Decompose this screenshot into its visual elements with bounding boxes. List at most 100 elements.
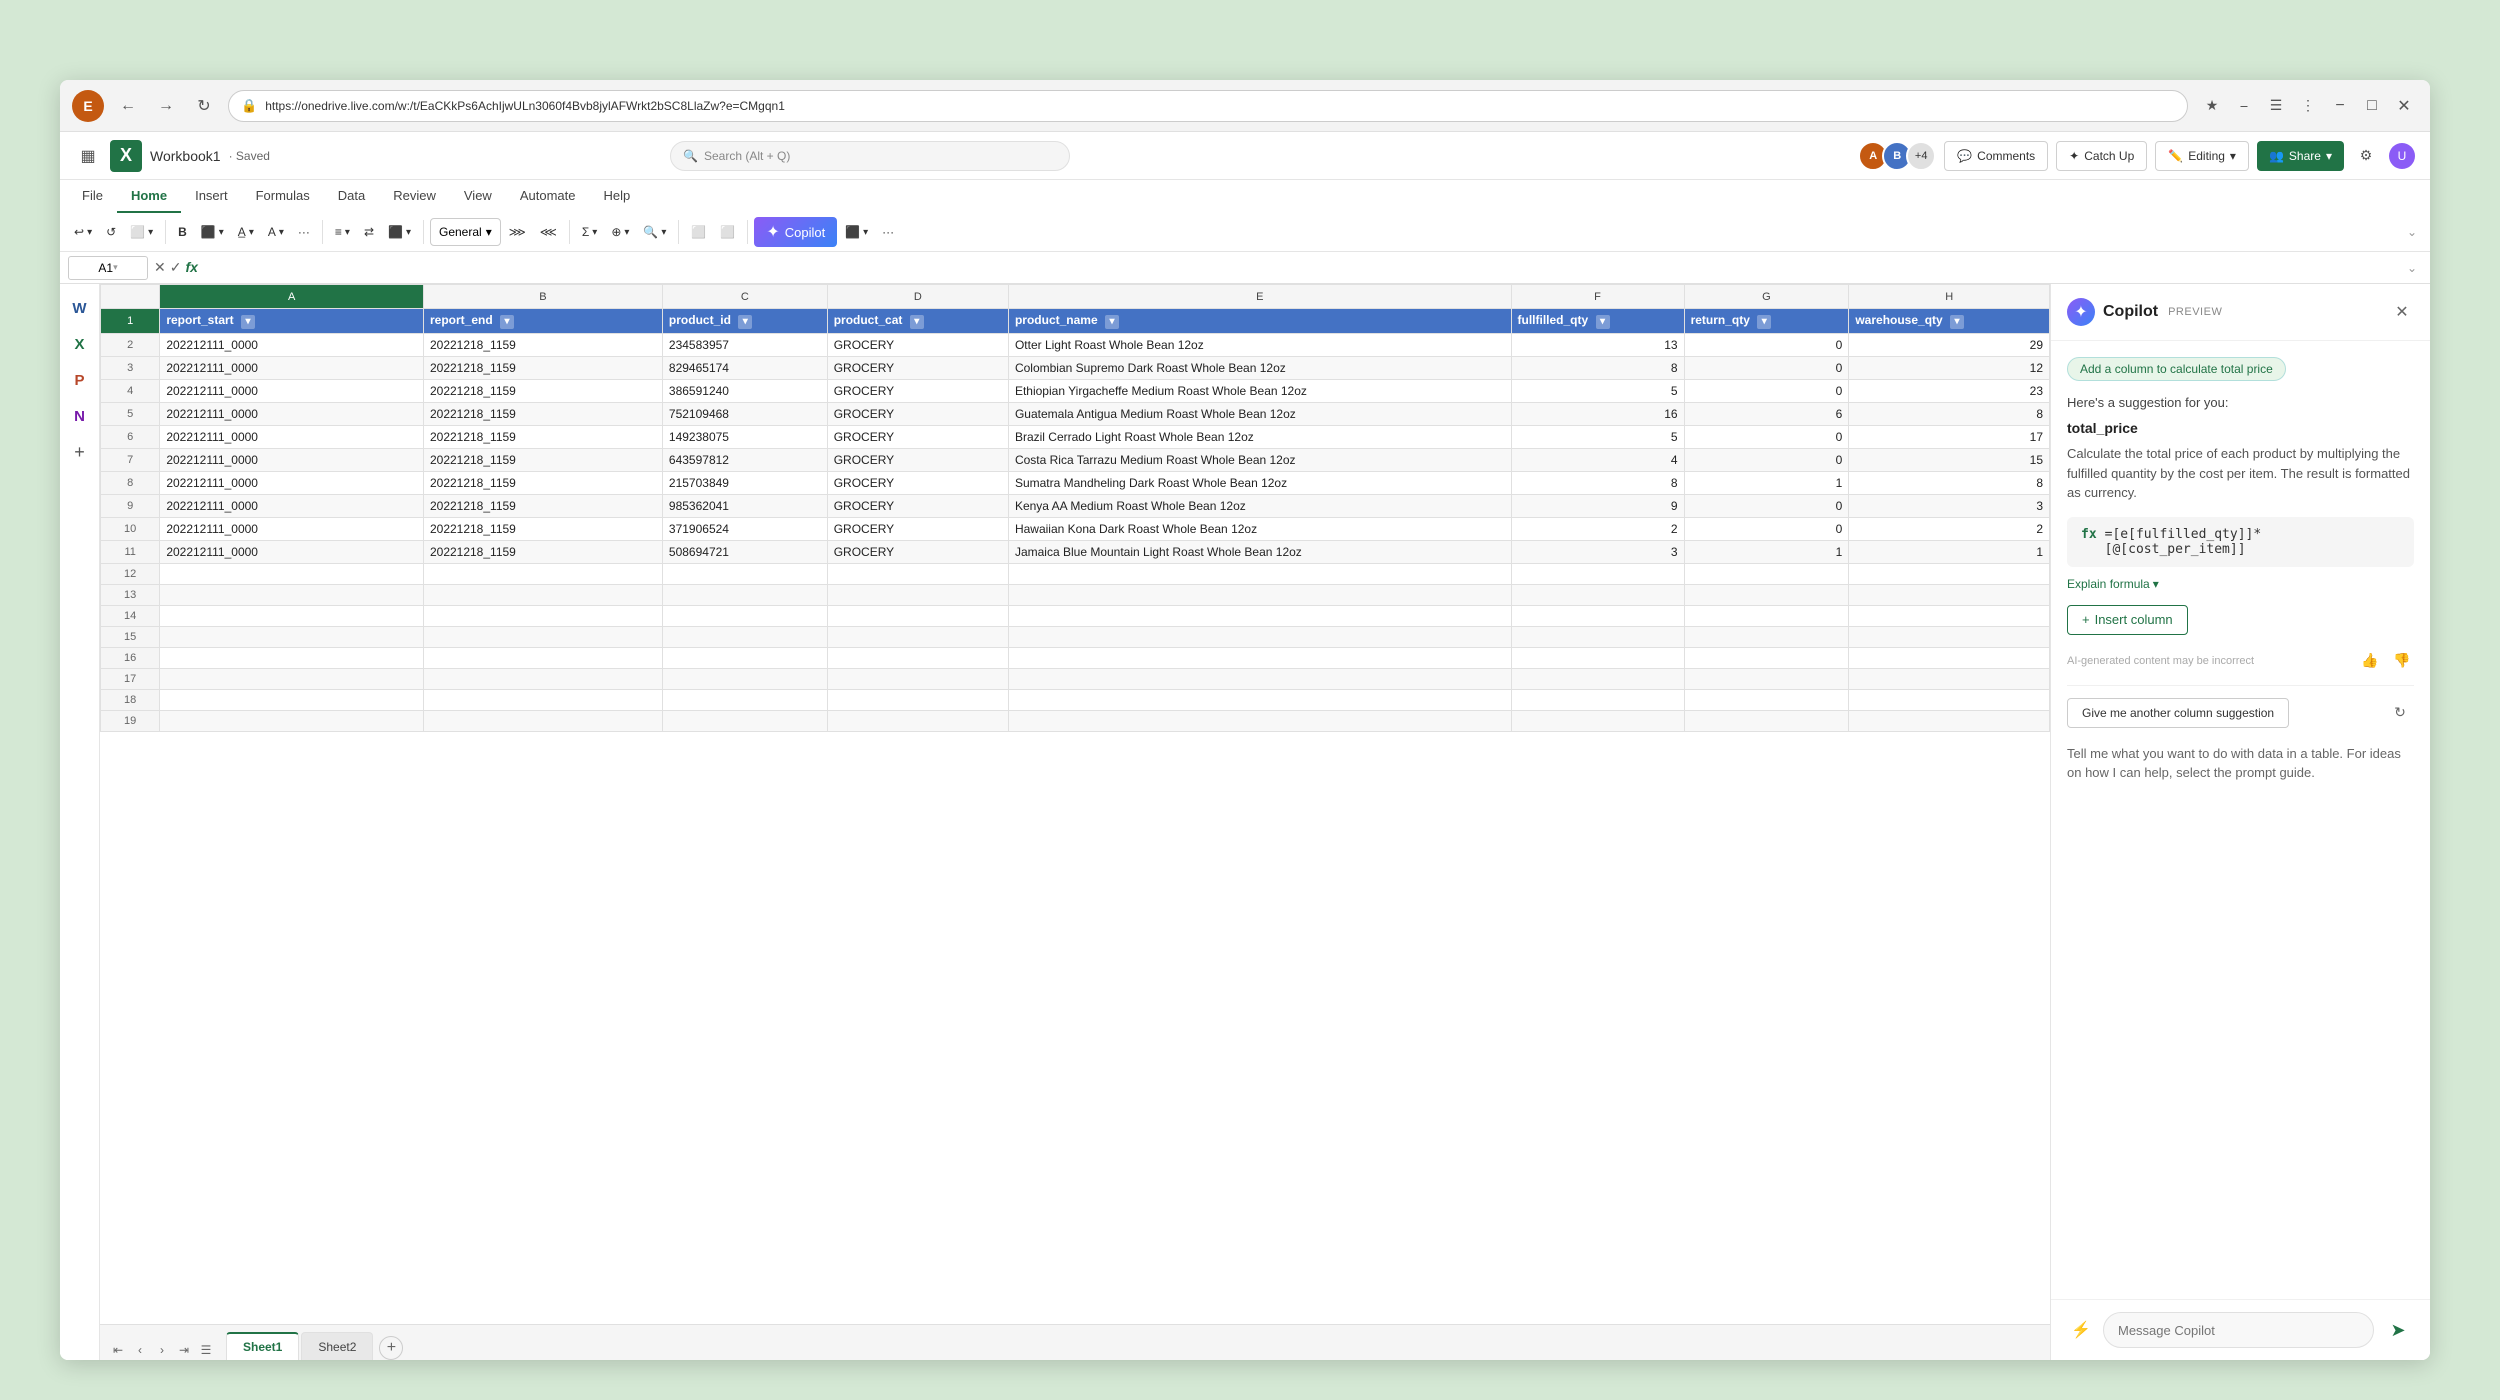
- cell-r12-c5[interactable]: [1511, 564, 1684, 585]
- refresh-suggestion-btn[interactable]: ↻: [2386, 699, 2414, 727]
- cell-r19-c4[interactable]: [1008, 711, 1511, 732]
- cell-r4-c4[interactable]: Ethiopian Yirgacheffe Medium Roast Whole…: [1008, 380, 1511, 403]
- cell-r2-c2[interactable]: 234583957: [662, 334, 827, 357]
- cell-r11-c4[interactable]: Jamaica Blue Mountain Light Roast Whole …: [1008, 541, 1511, 564]
- cell-r4-c0[interactable]: 202212111_0000: [160, 380, 424, 403]
- cell-r5-c7[interactable]: 8: [1849, 403, 2050, 426]
- cell-r8-c1[interactable]: 20221218_1159: [423, 472, 662, 495]
- cell-r7-c6[interactable]: 0: [1684, 449, 1849, 472]
- cell-r4-c6[interactable]: 0: [1684, 380, 1849, 403]
- sheet-nav-next[interactable]: ›: [152, 1340, 172, 1360]
- cell-r7-c5[interactable]: 4: [1511, 449, 1684, 472]
- cell-r6-c5[interactable]: 5: [1511, 426, 1684, 449]
- insert-column-btn[interactable]: + Insert column: [2067, 605, 2188, 635]
- decrease-decimal-btn[interactable]: ⋘: [534, 217, 563, 247]
- cell-r7-c7[interactable]: 15: [1849, 449, 2050, 472]
- cell-r13-c7[interactable]: [1849, 585, 2050, 606]
- cell-r14-c0[interactable]: [160, 606, 424, 627]
- header-product-cat[interactable]: product_cat ▾: [827, 309, 1008, 334]
- cell-r7-c3[interactable]: GROCERY: [827, 449, 1008, 472]
- cell-r18-c5[interactable]: [1511, 690, 1684, 711]
- cell-r18-c7[interactable]: [1849, 690, 2050, 711]
- cell-r9-c2[interactable]: 985362041: [662, 495, 827, 518]
- tab-insert[interactable]: Insert: [181, 180, 242, 213]
- sheet-tab-sheet2[interactable]: Sheet2: [301, 1332, 373, 1360]
- cell-r11-c7[interactable]: 1: [1849, 541, 2050, 564]
- cell-r9-c4[interactable]: Kenya AA Medium Roast Whole Bean 12oz: [1008, 495, 1511, 518]
- undo-btn[interactable]: ↩ ▾: [68, 217, 98, 247]
- thumbs-up-btn[interactable]: 👍: [2358, 649, 2382, 673]
- comments-button[interactable]: 💬 Comments: [1944, 141, 2048, 171]
- cell-r4-c3[interactable]: GROCERY: [827, 380, 1008, 403]
- cell-r17-c3[interactable]: [827, 669, 1008, 690]
- browser-profile-avatar[interactable]: E: [72, 90, 104, 122]
- excel-search[interactable]: 🔍 Search (Alt + Q): [670, 141, 1070, 171]
- align-btn[interactable]: ≡ ▾: [329, 217, 356, 247]
- cell-styles-btn[interactable]: ⬜: [685, 217, 712, 247]
- cell-r9-c1[interactable]: 20221218_1159: [423, 495, 662, 518]
- cell-r13-c6[interactable]: [1684, 585, 1849, 606]
- cell-r5-c0[interactable]: 202212111_0000: [160, 403, 424, 426]
- onenote-icon-btn[interactable]: N: [64, 400, 96, 432]
- cell-r8-c0[interactable]: 202212111_0000: [160, 472, 424, 495]
- cell-r16-c2[interactable]: [662, 648, 827, 669]
- cell-r5-c5[interactable]: 16: [1511, 403, 1684, 426]
- header-report-end[interactable]: report_end ▾: [423, 309, 662, 334]
- cell-r17-c0[interactable]: [160, 669, 424, 690]
- cell-r14-c4[interactable]: [1008, 606, 1511, 627]
- tab-data[interactable]: Data: [324, 180, 379, 213]
- number-format-dropdown[interactable]: General ▾: [430, 218, 501, 246]
- cell-r2-c1[interactable]: 20221218_1159: [423, 334, 662, 357]
- cell-r10-c4[interactable]: Hawaiian Kona Dark Roast Whole Bean 12oz: [1008, 518, 1511, 541]
- cell-r14-c5[interactable]: [1511, 606, 1684, 627]
- minimize-btn[interactable]: −: [2326, 92, 2354, 120]
- filter-icon-product-cat[interactable]: ▾: [910, 315, 924, 329]
- cell-r2-c3[interactable]: GROCERY: [827, 334, 1008, 357]
- cell-r13-c2[interactable]: [662, 585, 827, 606]
- cell-r7-c4[interactable]: Costa Rica Tarrazu Medium Roast Whole Be…: [1008, 449, 1511, 472]
- close-btn[interactable]: ✕: [2390, 92, 2418, 120]
- cell-r5-c2[interactable]: 752109468: [662, 403, 827, 426]
- cell-r12-c3[interactable]: [827, 564, 1008, 585]
- cell-r6-c4[interactable]: Brazil Cerrado Light Roast Whole Bean 12…: [1008, 426, 1511, 449]
- back-button[interactable]: ←: [114, 92, 142, 120]
- redo-btn[interactable]: ↺: [100, 217, 122, 247]
- cell-r19-c7[interactable]: [1849, 711, 2050, 732]
- cell-r10-c0[interactable]: 202212111_0000: [160, 518, 424, 541]
- browser-more-btn[interactable]: ⋮: [2294, 92, 2322, 120]
- confirm-formula-btn[interactable]: ✓: [170, 259, 182, 276]
- fill-color-btn[interactable]: A̲ ▾: [232, 217, 260, 247]
- col-header-E[interactable]: E: [1008, 285, 1511, 309]
- cell-r10-c3[interactable]: GROCERY: [827, 518, 1008, 541]
- merge-btn[interactable]: ⬛ ▾: [382, 217, 417, 247]
- cell-r14-c1[interactable]: [423, 606, 662, 627]
- cell-r16-c3[interactable]: [827, 648, 1008, 669]
- cell-r8-c6[interactable]: 1: [1684, 472, 1849, 495]
- cell-r18-c4[interactable]: [1008, 690, 1511, 711]
- cell-r6-c3[interactable]: GROCERY: [827, 426, 1008, 449]
- tab-file[interactable]: File: [68, 180, 117, 213]
- cell-r7-c2[interactable]: 643597812: [662, 449, 827, 472]
- cell-r11-c1[interactable]: 20221218_1159: [423, 541, 662, 564]
- cell-r12-c6[interactable]: [1684, 564, 1849, 585]
- excel-icon-btn[interactable]: X: [64, 328, 96, 360]
- cell-r6-c0[interactable]: 202212111_0000: [160, 426, 424, 449]
- sheet-nav-prev[interactable]: ‹: [130, 1340, 150, 1360]
- filter-icon-fulfilled-qty[interactable]: ▾: [1596, 315, 1610, 329]
- extensions-icon[interactable]: ☰: [2262, 92, 2290, 120]
- copilot-ribbon-btn[interactable]: ✦ Copilot: [754, 217, 837, 247]
- sheet-list-btn[interactable]: ☰: [196, 1340, 216, 1360]
- cell-r10-c1[interactable]: 20221218_1159: [423, 518, 662, 541]
- cell-r12-c0[interactable]: [160, 564, 424, 585]
- ribbon-more-btn[interactable]: ···: [876, 217, 900, 247]
- cell-r7-c1[interactable]: 20221218_1159: [423, 449, 662, 472]
- cell-r13-c1[interactable]: [423, 585, 662, 606]
- col-header-C[interactable]: C: [662, 285, 827, 309]
- cell-r4-c2[interactable]: 386591240: [662, 380, 827, 403]
- catch-up-button[interactable]: ✦ Catch Up: [2056, 141, 2147, 171]
- cell-r9-c5[interactable]: 9: [1511, 495, 1684, 518]
- cell-r19-c3[interactable]: [827, 711, 1008, 732]
- cell-r15-c2[interactable]: [662, 627, 827, 648]
- copilot-close-btn[interactable]: ✕: [2390, 300, 2414, 324]
- formula-expand-btn[interactable]: ⌄: [2402, 258, 2422, 278]
